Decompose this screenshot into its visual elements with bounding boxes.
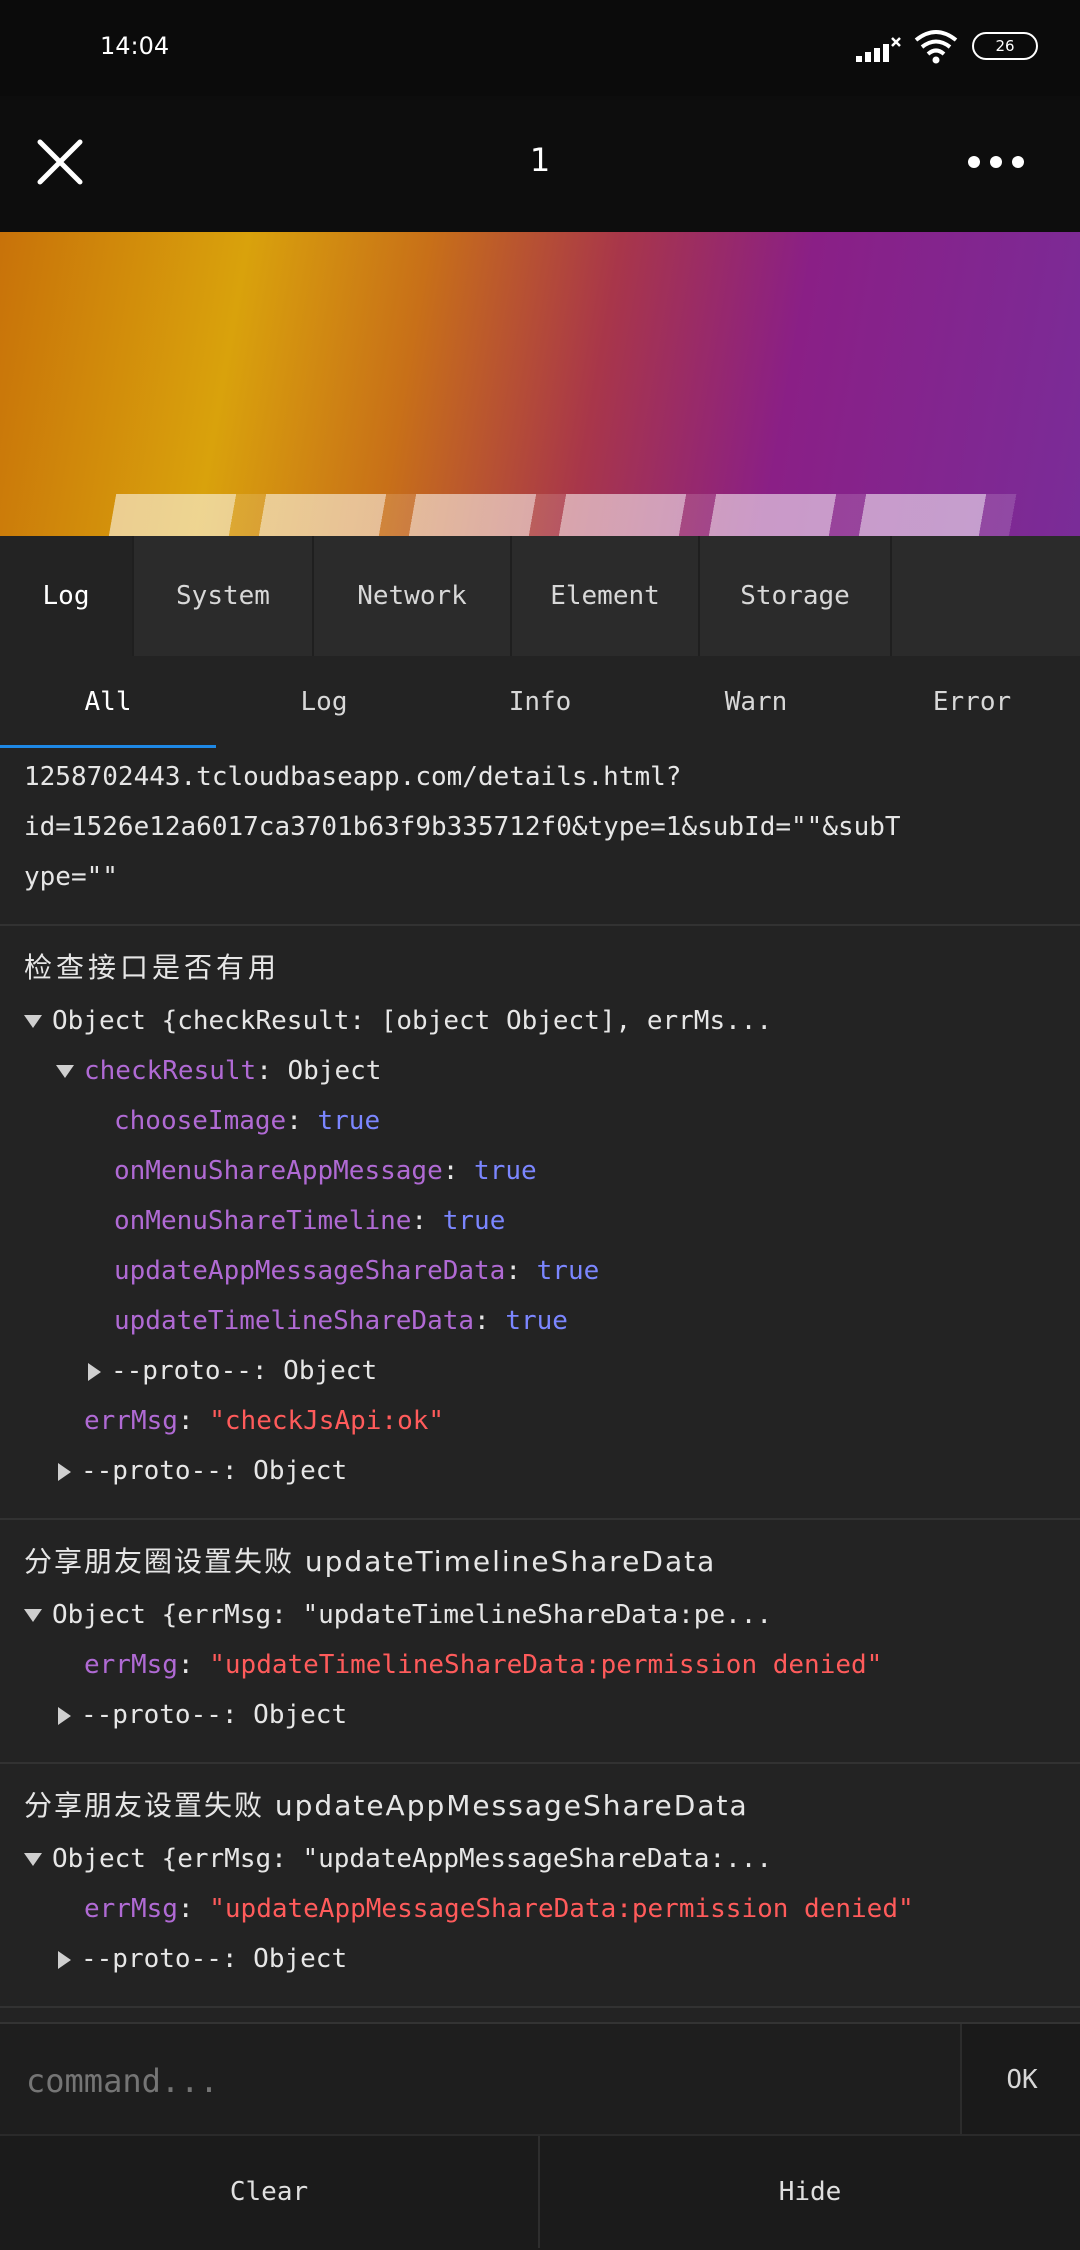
log-entry-timeline-fail: 分享朋友圈设置失败 updateTimelineShareData Object… [0, 1520, 1080, 1764]
proto-row[interactable]: --proto--: Object [0, 1690, 1080, 1740]
object-summary: Object {errMsg: "updateTimelineShareData… [52, 1600, 773, 1630]
command-input[interactable] [24, 2044, 948, 2118]
nav-bar: 1 [0, 96, 1080, 232]
log-entry-check-api: 检查接口是否有用 Object {checkResult: [object Ob… [0, 926, 1080, 1520]
object-summary: Object {errMsg: "updateAppMessageShareDa… [52, 1844, 773, 1874]
wifi-icon [914, 30, 958, 64]
check-result-value: : Object [256, 1056, 382, 1086]
more-icon[interactable] [964, 150, 1028, 174]
expand-down-icon[interactable] [56, 1065, 74, 1078]
filter-all[interactable]: All [0, 656, 216, 749]
command-bar: OK [0, 2022, 1080, 2136]
tab-system[interactable]: System [134, 536, 314, 656]
log-title: 检查接口是否有用 [24, 951, 281, 984]
errmsg-key: errMsg [84, 1406, 178, 1436]
prop-value: true [474, 1156, 537, 1186]
log-entry-app-message-fail: 分享朋友设置失败 updateAppMessageShareData Objec… [0, 1764, 1080, 2008]
log-line: 1258702443.tcloudbaseapp.com/details.htm… [24, 762, 682, 792]
proto-text: --proto--: Object [81, 1944, 348, 1974]
status-bar: 14:04 26 [0, 0, 1080, 96]
banner-ghost-text [103, 494, 1017, 536]
prop-row: onMenuShareTimeline: true [114, 1206, 506, 1236]
prop-value: true [505, 1306, 568, 1336]
expand-right-icon[interactable] [58, 1950, 71, 1969]
object-summary-row[interactable]: Object {errMsg: "updateAppMessageShareDa… [0, 1834, 1080, 1884]
prop-key: onMenuShareTimeline [114, 1206, 412, 1236]
filter-warn[interactable]: Warn [648, 656, 864, 748]
prop-row: onMenuShareAppMessage: true [114, 1156, 537, 1186]
prop-key: updateTimelineShareData [114, 1306, 475, 1336]
proto-text: --proto--: Object [111, 1356, 378, 1386]
errmsg-row: errMsg: "checkJsApi:ok" [84, 1406, 445, 1436]
expand-right-icon[interactable] [58, 1706, 71, 1725]
filter-info[interactable]: Info [432, 656, 648, 748]
signal-icon [856, 37, 901, 62]
expand-down-icon[interactable] [24, 1015, 42, 1028]
clear-button[interactable]: Clear [0, 2136, 540, 2248]
battery-icon: 26 [972, 32, 1038, 60]
prop-row: chooseImage: true [114, 1106, 381, 1136]
tab-storage[interactable]: Storage [700, 536, 892, 656]
inner-proto-row[interactable]: --proto--: Object [0, 1346, 1080, 1396]
errmsg-value: "checkJsApi:ok" [209, 1406, 445, 1436]
log-line: ype="" [24, 862, 118, 892]
errmsg-value: "updateAppMessageShareData:permission de… [209, 1894, 914, 1924]
tab-network[interactable]: Network [314, 536, 512, 656]
page-title: 1 [529, 141, 551, 179]
prop-row: updateAppMessageShareData: true [114, 1256, 600, 1286]
battery-level: 26 [995, 37, 1015, 55]
expand-down-icon[interactable] [24, 1609, 42, 1622]
errmsg-key: errMsg [84, 1650, 178, 1680]
hide-button[interactable]: Hide [540, 2136, 1080, 2248]
tab-element[interactable]: Element [512, 536, 700, 656]
check-result-row[interactable]: checkResult: Object [0, 1046, 1080, 1096]
errmsg-key: errMsg [84, 1894, 178, 1924]
tab-empty [892, 536, 1080, 656]
proto-text: --proto--: Object [81, 1456, 348, 1486]
check-result-key: checkResult [84, 1056, 257, 1086]
errmsg-value: "updateTimelineShareData:permission deni… [209, 1650, 883, 1680]
expand-right-icon[interactable] [58, 1462, 71, 1481]
bottom-bar: Clear Hide [0, 2134, 1080, 2250]
object-summary: Object {checkResult: [object Object], er… [52, 1006, 773, 1036]
expand-right-icon[interactable] [88, 1362, 101, 1381]
log-filter-tabs: All Log Info Warn Error [0, 656, 1080, 749]
log-title: 分享朋友圈设置失败 updateTimelineShareData [24, 1545, 717, 1578]
object-summary-row[interactable]: Object {errMsg: "updateTimelineShareData… [0, 1590, 1080, 1640]
banner-image [0, 232, 1080, 536]
prop-row: updateTimelineShareData: true [114, 1306, 568, 1336]
filter-error[interactable]: Error [864, 656, 1080, 748]
devtools-tabs: Log System Network Element Storage [0, 536, 1080, 656]
prop-key: updateAppMessageShareData [114, 1256, 506, 1286]
prop-key: chooseImage [114, 1106, 287, 1136]
log-title: 分享朋友设置失败 updateAppMessageShareData [24, 1789, 749, 1822]
console-output[interactable]: 1258702443.tcloudbaseapp.com/details.htm… [0, 748, 1080, 2022]
log-line: id=1526e12a6017ca3701b63f9b335712f0&type… [24, 812, 901, 842]
proto-row[interactable]: --proto--: Object [0, 1934, 1080, 1984]
errmsg-row: errMsg: "updateTimelineShareData:permiss… [84, 1650, 883, 1680]
filter-log[interactable]: Log [216, 656, 432, 748]
expand-down-icon[interactable] [24, 1853, 42, 1866]
prop-key: onMenuShareAppMessage [114, 1156, 443, 1186]
proto-text: --proto--: Object [81, 1700, 348, 1730]
object-summary-row[interactable]: Object {checkResult: [object Object], er… [0, 996, 1080, 1046]
prop-value: true [442, 1206, 506, 1236]
tab-log[interactable]: Log [0, 536, 134, 656]
ok-button[interactable]: OK [960, 2024, 1080, 2136]
prop-value: true [536, 1256, 600, 1286]
errmsg-row: errMsg: "updateAppMessageShareData:permi… [84, 1894, 914, 1924]
outer-proto-row[interactable]: --proto--: Object [0, 1446, 1080, 1496]
prop-value: true [317, 1106, 381, 1136]
log-entry-url: 1258702443.tcloudbaseapp.com/details.htm… [0, 748, 1080, 926]
status-time: 14:04 [100, 32, 170, 60]
